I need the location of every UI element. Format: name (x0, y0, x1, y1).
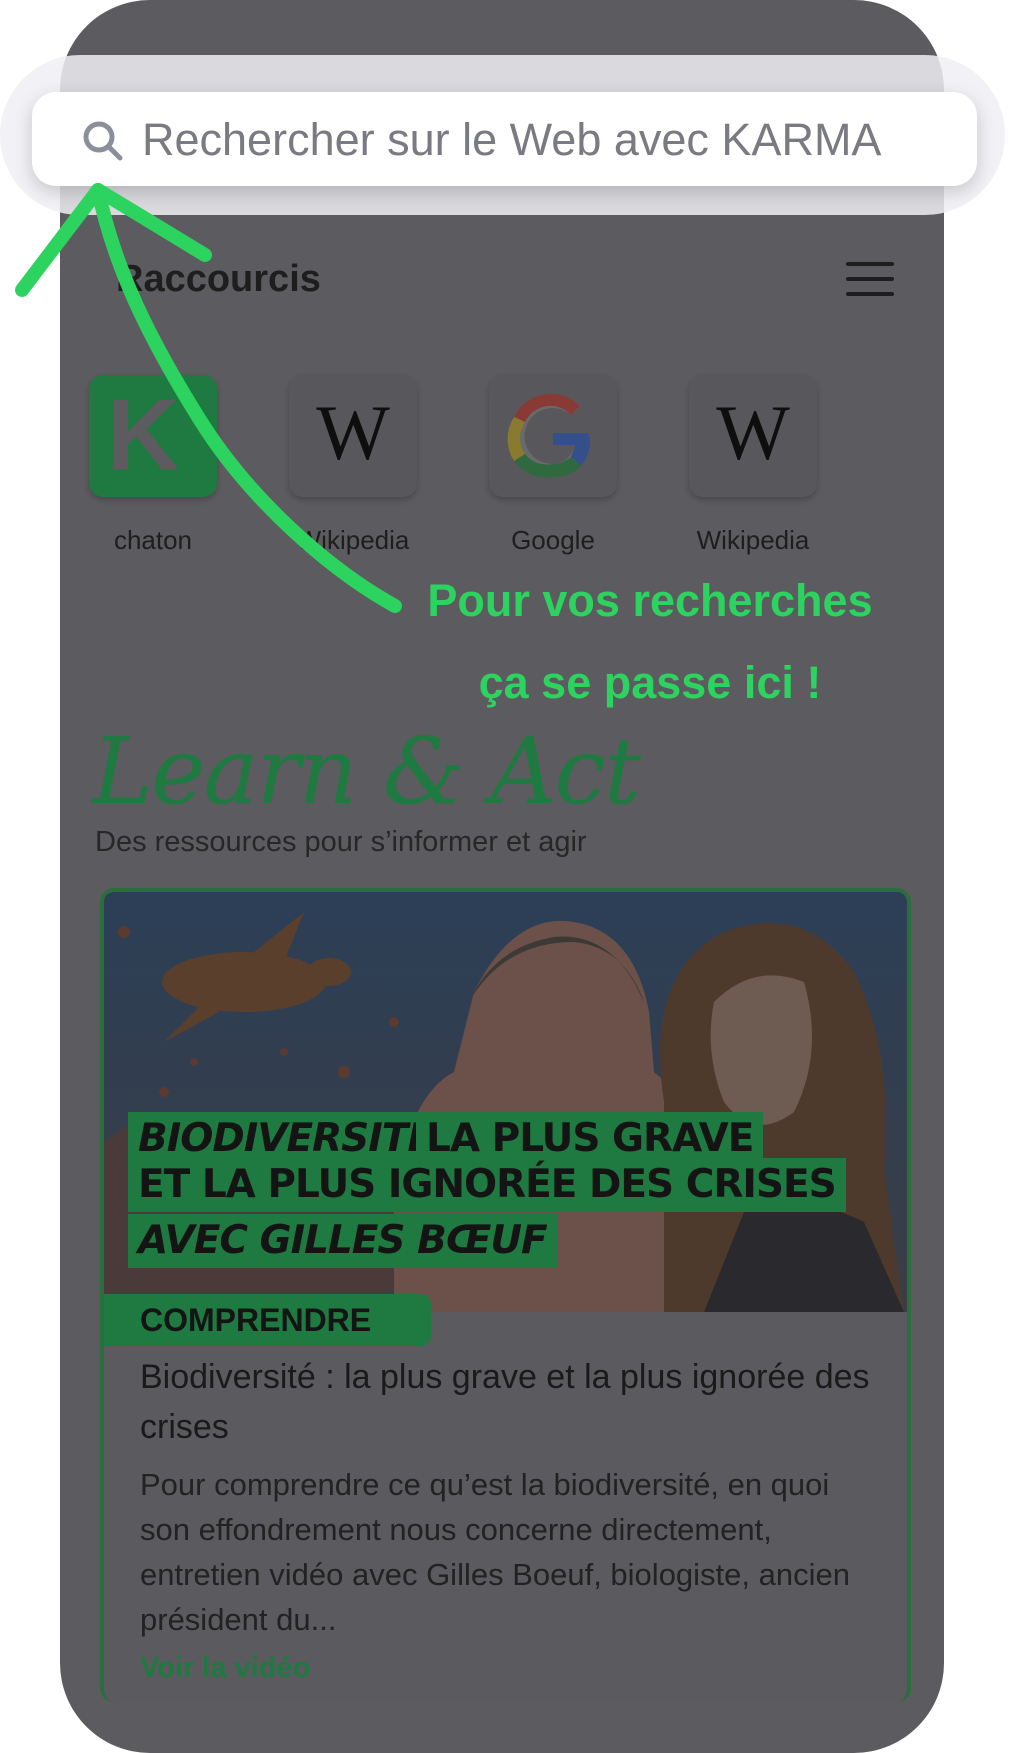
search-bar[interactable] (32, 92, 977, 186)
shortcut-wikipedia[interactable]: W Wikipedia (278, 375, 428, 556)
shortcut-google[interactable]: Google (478, 375, 628, 556)
category-badge: COMPRENDRE (104, 1294, 431, 1346)
video-thumbnail[interactable]: BIODIVERSITÉ → LA PLUS GRAVE ET LA PLUS … (104, 892, 907, 1312)
search-icon (83, 121, 123, 161)
card-description: Pour comprendre ce qu’est la biodiversit… (140, 1467, 850, 1637)
thumbnail-headline-2: ET LA PLUS IGNORÉE DES CRISES (128, 1158, 846, 1212)
watch-video-link[interactable]: Voir la vidéo (140, 1652, 310, 1685)
learn-act-title: Learn & Act (92, 718, 641, 825)
thumbnail-headline-3: AVEC GILLES BŒUF (128, 1214, 557, 1268)
karma-k-logo-icon: K (89, 375, 217, 497)
shortcut-label: Wikipedia (696, 525, 810, 555)
google-g-logo-icon (489, 375, 617, 497)
search-input[interactable] (140, 106, 964, 174)
shortcut-label: Wikipedia (296, 525, 410, 555)
video-card[interactable]: BIODIVERSITÉ → LA PLUS GRAVE ET LA PLUS … (100, 888, 911, 1702)
hamburger-menu-icon[interactable] (846, 262, 894, 298)
annotation-text: Pour vos recherches ça se passe ici ! (380, 560, 920, 724)
card-title[interactable]: Biodiversité : la plus grave et la plus … (140, 1352, 880, 1452)
phone-frame: Raccourcis K chaton W Wikipedia Google W… (60, 0, 944, 1753)
wikipedia-w-logo-icon: W (689, 375, 817, 497)
annotation-line-1: Pour vos recherches (427, 575, 873, 626)
shortcut-wikipedia-2[interactable]: W Wikipedia (678, 375, 828, 556)
shortcuts-title: Raccourcis (116, 258, 321, 300)
wikipedia-w-logo-icon: W (289, 375, 417, 497)
shortcut-label: chaton (113, 525, 193, 555)
shortcuts-row: K chaton W Wikipedia Google W Wikipedia (60, 375, 944, 555)
learn-act-subtitle: Des ressources pour s’informer et agir (95, 826, 587, 858)
shortcut-chaton[interactable]: K chaton (78, 375, 228, 556)
shortcut-label: Google (511, 525, 595, 555)
annotation-line-2: ça se passe ici ! (478, 657, 822, 708)
